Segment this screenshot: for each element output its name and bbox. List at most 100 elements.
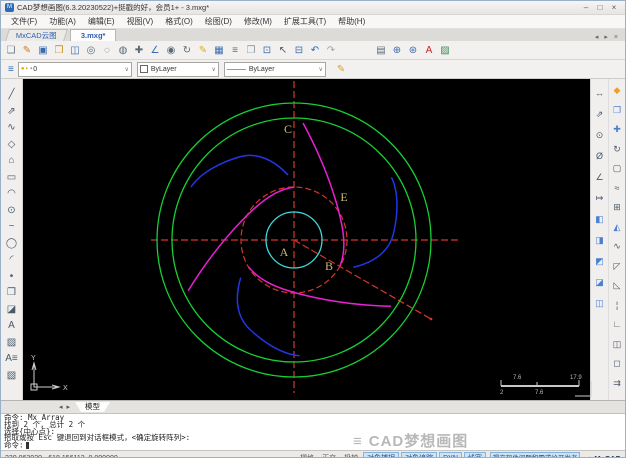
draw-block-attrib[interactable]: ◪ — [3, 302, 20, 319]
draw-text[interactable]: A — [3, 318, 20, 335]
toolbar-sketch[interactable]: ✎ — [19, 43, 35, 58]
toolbar-zoom-extents[interactable]: ◌ — [99, 43, 115, 58]
modify-explode[interactable]: ◫ — [609, 335, 625, 355]
layout-scroll-left[interactable]: ◂ — [57, 403, 65, 411]
command-prompt-line[interactable]: 命令: — [4, 441, 622, 450]
toolbar-monitor[interactable]: ⊡ — [259, 43, 275, 58]
toolbar-new-file[interactable]: ❏ — [3, 43, 19, 58]
tabnav-tab-scroll-right[interactable]: ▸ — [601, 33, 611, 41]
toolbar-print[interactable]: ▤ — [373, 43, 389, 58]
menu-edit[interactable]: 编辑(E) — [82, 16, 121, 27]
toggle-otrack[interactable]: 对象追踪 — [401, 452, 438, 457]
modify-break[interactable]: ¦ — [609, 296, 625, 316]
draw-line[interactable]: ╱ — [3, 87, 20, 104]
point-label-C[interactable]: C — [284, 122, 292, 136]
modify-erase[interactable]: ◆ — [609, 81, 625, 101]
draw-circle[interactable]: ⊙ — [3, 203, 20, 220]
draw-image[interactable]: ▨ — [3, 335, 20, 352]
menu-format[interactable]: 格式(O) — [159, 16, 199, 27]
toolbar-mtext[interactable]: ≡ — [227, 43, 243, 58]
dim-block-style-3[interactable]: ◩ — [592, 251, 608, 272]
modify-copy[interactable]: ❐ — [609, 101, 625, 121]
modify-extend[interactable]: ◺ — [609, 276, 625, 296]
draw-spline[interactable]: ~ — [3, 219, 20, 236]
blade-curve-2[interactable] — [168, 184, 312, 292]
tabnav-tab-close[interactable]: × — [611, 34, 621, 41]
dim-dim-diameter[interactable]: Ø — [592, 146, 608, 167]
toolbar-pdf-export[interactable]: A — [421, 43, 437, 58]
draw-ellipse-arc[interactable]: ◜ — [3, 252, 20, 269]
draw-closed-polyline[interactable]: ⌂ — [3, 153, 20, 170]
toolbar-layout[interactable]: ❐ — [243, 43, 259, 58]
modify-rotate[interactable]: ↻ — [609, 140, 625, 160]
toolbar-save-as[interactable]: ◫ — [67, 43, 83, 58]
blade-back-arc-1[interactable] — [190, 154, 289, 188]
diagonal-construction-line[interactable] — [293, 239, 432, 320]
menu-function[interactable]: 功能(A) — [43, 16, 82, 27]
toolbar-zoom-in[interactable]: ◉ — [163, 43, 179, 58]
point-label-E[interactable]: E — [340, 190, 347, 204]
toolbar-undo[interactable]: ↶ — [307, 43, 323, 58]
modify-trim[interactable]: ◸ — [609, 257, 625, 277]
draw-ellipse[interactable]: ◯ — [3, 236, 20, 253]
modify-align[interactable]: ⇉ — [609, 374, 625, 394]
toggle-dyn[interactable]: DYN — [439, 452, 462, 457]
draw-polygon[interactable]: ◇ — [3, 137, 20, 154]
menu-file[interactable]: 文件(F) — [5, 16, 43, 27]
modify-spline-edit[interactable]: ∿ — [609, 237, 625, 257]
dim-dim-continue[interactable]: ↦ — [592, 188, 608, 209]
menu-modify[interactable]: 修改(M) — [238, 16, 278, 27]
menu-express-tools[interactable]: 扩展工具(T) — [278, 16, 332, 27]
draw-mtext[interactable]: A≡ — [3, 351, 20, 368]
modify-join[interactable]: ◻ — [609, 354, 625, 374]
dim-block-style-2[interactable]: ◨ — [592, 230, 608, 251]
modify-mirror[interactable]: ◭ — [609, 218, 625, 238]
layout-scroll-right[interactable]: ▸ — [65, 403, 73, 411]
dim-block-style-1[interactable]: ◧ — [592, 209, 608, 230]
feedback-link[interactable]: 提交软件问题和需求给开发者 — [489, 452, 581, 457]
toolbar-redo[interactable]: ↷ — [323, 43, 339, 58]
linetype-select[interactable]: ——— ByLayer ∨ — [223, 61, 326, 77]
menu-draw[interactable]: 绘图(D) — [199, 16, 238, 27]
toolbar-image-export[interactable]: ▨ — [437, 43, 453, 58]
blade-back-arc-2[interactable] — [224, 272, 300, 372]
dim-dim-aligned[interactable]: ⇗ — [592, 104, 608, 125]
toolbar-rotate-view[interactable]: ↻ — [179, 43, 195, 58]
tab-document-active[interactable]: 3.mxg* — [69, 29, 117, 41]
dim-dim-angular[interactable]: ∠ — [592, 167, 608, 188]
dim-dim-radius[interactable]: ⊙ — [592, 125, 608, 146]
point-label-B[interactable]: B — [325, 259, 333, 273]
draw-rectangle[interactable]: ▭ — [3, 170, 20, 187]
toolbar-select[interactable]: ↖ — [275, 43, 291, 58]
draw-point[interactable]: • — [3, 269, 20, 286]
toolbar-draw-pencil[interactable]: ✎ — [195, 43, 211, 58]
toggle-ortho[interactable]: 正交 — [319, 453, 339, 457]
modify-stretch[interactable]: ≈ — [609, 179, 625, 199]
toggle-lineweight[interactable]: 线宽 — [463, 452, 486, 457]
toolbar-open[interactable]: ❒ — [51, 43, 67, 58]
layer-select[interactable]: ● ◐ ▪ 0 ∨ — [17, 61, 132, 77]
toggle-grid[interactable]: 栅格 — [297, 453, 317, 457]
color-select[interactable]: ByLayer ∨ — [136, 61, 219, 77]
toolbar-pan[interactable]: ✚ — [131, 43, 147, 58]
toolbar-save[interactable]: ▣ — [35, 43, 51, 58]
layers-icon[interactable]: ≡ — [8, 64, 14, 75]
toggle-polar[interactable]: 极轴 — [341, 453, 361, 457]
edit-pencil-icon[interactable]: ✎ — [337, 64, 345, 75]
point-label-A[interactable]: A — [280, 245, 289, 259]
modify-move[interactable]: ✚ — [609, 120, 625, 140]
dim-dim-linear[interactable]: ↔ — [592, 83, 608, 104]
dim-block-style-4[interactable]: ◪ — [592, 272, 608, 293]
menu-help[interactable]: 帮助(H) — [332, 16, 371, 27]
toolbar-angle-measure[interactable]: ∠ — [147, 43, 163, 58]
draw-polyline[interactable]: ∿ — [3, 120, 20, 137]
draw-arc[interactable]: ◠ — [3, 186, 20, 203]
maximize-button[interactable]: □ — [593, 3, 607, 12]
toolbar-table[interactable]: ▦ — [211, 43, 227, 58]
toggle-osnap[interactable]: 对象捕捉 — [363, 452, 400, 457]
toolbar-web-publish[interactable]: ⊛ — [405, 43, 421, 58]
modify-scale[interactable]: ▢ — [609, 159, 625, 179]
menu-view[interactable]: 视图(V) — [121, 16, 160, 27]
modify-chamfer[interactable]: ∟ — [609, 315, 625, 335]
close-button[interactable]: × — [607, 3, 621, 12]
